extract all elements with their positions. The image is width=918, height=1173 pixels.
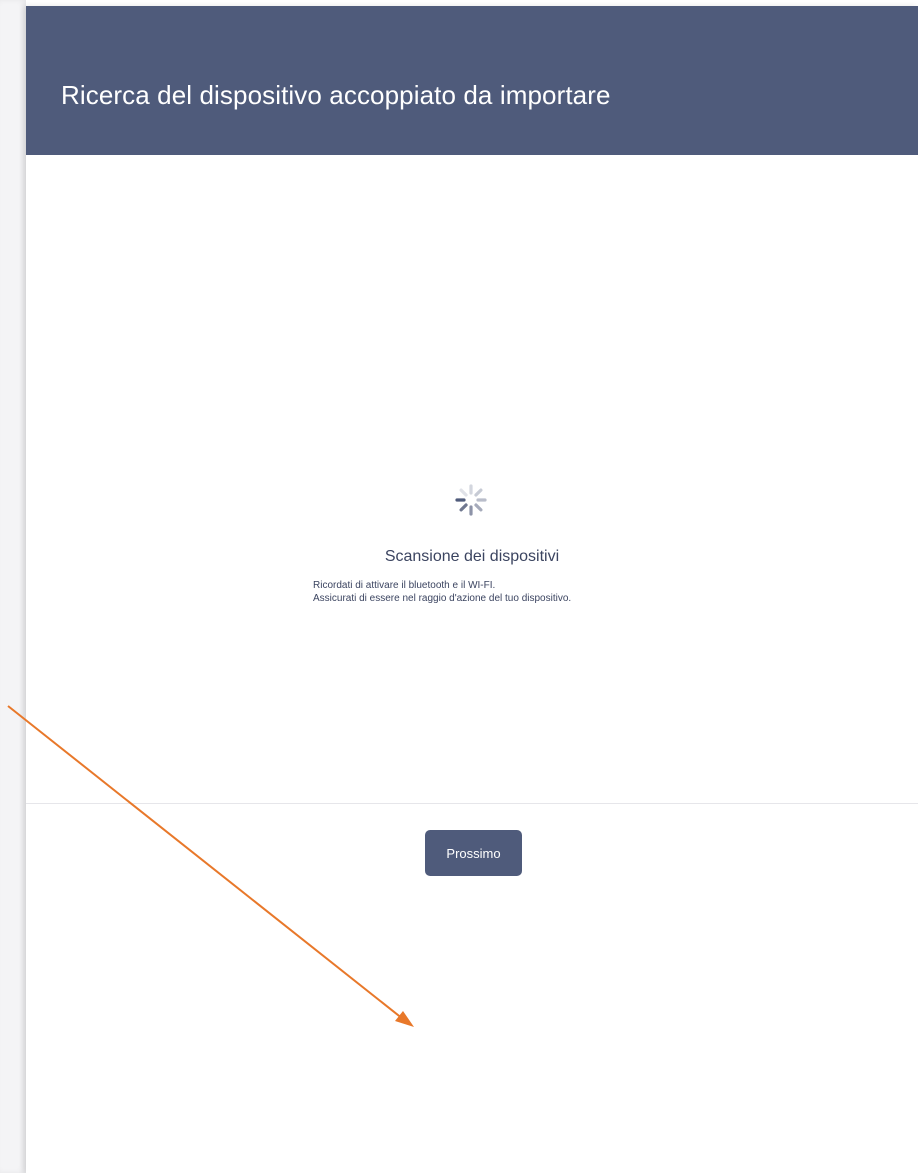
- footer-bar: Prossimo: [26, 803, 918, 1173]
- loading-spinner-icon: [455, 484, 487, 516]
- next-button[interactable]: Prossimo: [425, 830, 522, 876]
- scan-hints: Ricordati di attivare il bluetooth e il …: [313, 579, 571, 605]
- hint-bluetooth-wifi: Ricordati di attivare il bluetooth e il …: [313, 580, 496, 591]
- hint-device-range: Assicurati di essere nel raggio d'azione…: [313, 593, 572, 604]
- scan-content: Scansione dei dispositivi Ricordati di a…: [26, 155, 918, 803]
- header-bar: Ricerca del dispositivo accoppiato da im…: [26, 6, 918, 155]
- left-gutter: [0, 0, 26, 1173]
- page: Ricerca del dispositivo accoppiato da im…: [0, 0, 918, 1173]
- page-title: Ricerca del dispositivo accoppiato da im…: [61, 80, 611, 110]
- dialog-card: Ricerca del dispositivo accoppiato da im…: [26, 6, 918, 1173]
- scan-status-title: Scansione dei dispositivi: [384, 548, 560, 565]
